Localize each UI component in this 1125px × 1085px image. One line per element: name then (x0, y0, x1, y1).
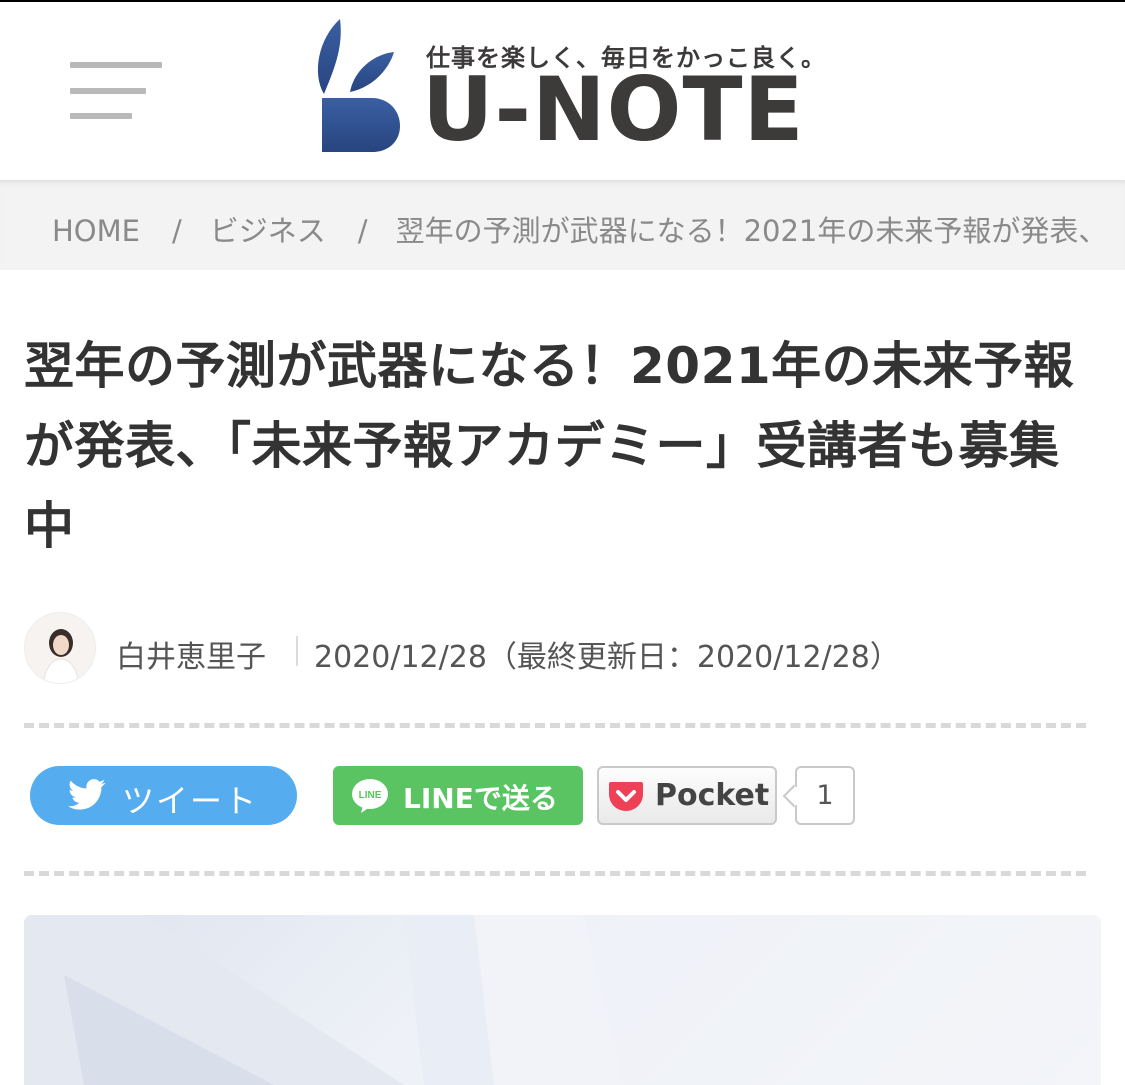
logo-wordmark: U-NOTE (422, 58, 805, 161)
breadcrumb-category[interactable]: ビジネス (210, 214, 326, 248)
pocket-count-bubble: 1 (782, 766, 855, 825)
line-label: LINEで送る (403, 782, 558, 815)
twitter-bird-icon (68, 779, 106, 810)
hamburger-icon[interactable] (70, 62, 165, 122)
breadcrumb: HOME / ビジネス / 翌年の予測が武器になる！2021年の未来予報が発表、 (0, 180, 1125, 270)
author-name[interactable]: 白井恵里子 (116, 632, 266, 676)
pocket-label: Pocket (655, 778, 770, 813)
article-meta: 白井恵里子 2020/12/28（最終更新日：2020/12/28） (24, 612, 1104, 686)
svg-text:LINE: LINE (359, 790, 382, 801)
meta-divider (296, 636, 298, 666)
pocket-count: 1 (816, 780, 834, 811)
post-date: 2020/12/28（最終更新日：2020/12/28） (314, 640, 900, 675)
tweet-label: ツイート (122, 782, 259, 820)
avatar[interactable] (24, 612, 96, 684)
leaf-logo-icon (317, 19, 400, 152)
site-header: 仕事を楽しく、毎日をかっこ良く。 U-NOTE (0, 2, 1125, 180)
breadcrumb-separator: / (171, 214, 182, 248)
line-share-button[interactable]: LINE LINEで送る (333, 766, 583, 825)
line-icon: LINE (352, 779, 388, 813)
tweet-button[interactable]: ツイート (30, 766, 297, 825)
article-title: 翌年の予測が武器になる！2021年の未来予報が発表、「未来予報アカデミー」受講者… (24, 337, 1075, 555)
breadcrumb-current: 翌年の予測が武器になる！2021年の未来予報が発表、 (395, 214, 1108, 248)
hero-image (24, 915, 1101, 1085)
breadcrumb-home[interactable]: HOME (52, 214, 140, 248)
pocket-button[interactable]: Pocket (597, 766, 777, 825)
pocket-icon (609, 782, 643, 811)
site-logo[interactable]: 仕事を楽しく、毎日をかっこ良く。 U-NOTE (310, 14, 830, 164)
divider-top (24, 723, 1086, 728)
breadcrumb-separator: / (357, 214, 368, 248)
divider-bottom (24, 871, 1086, 876)
